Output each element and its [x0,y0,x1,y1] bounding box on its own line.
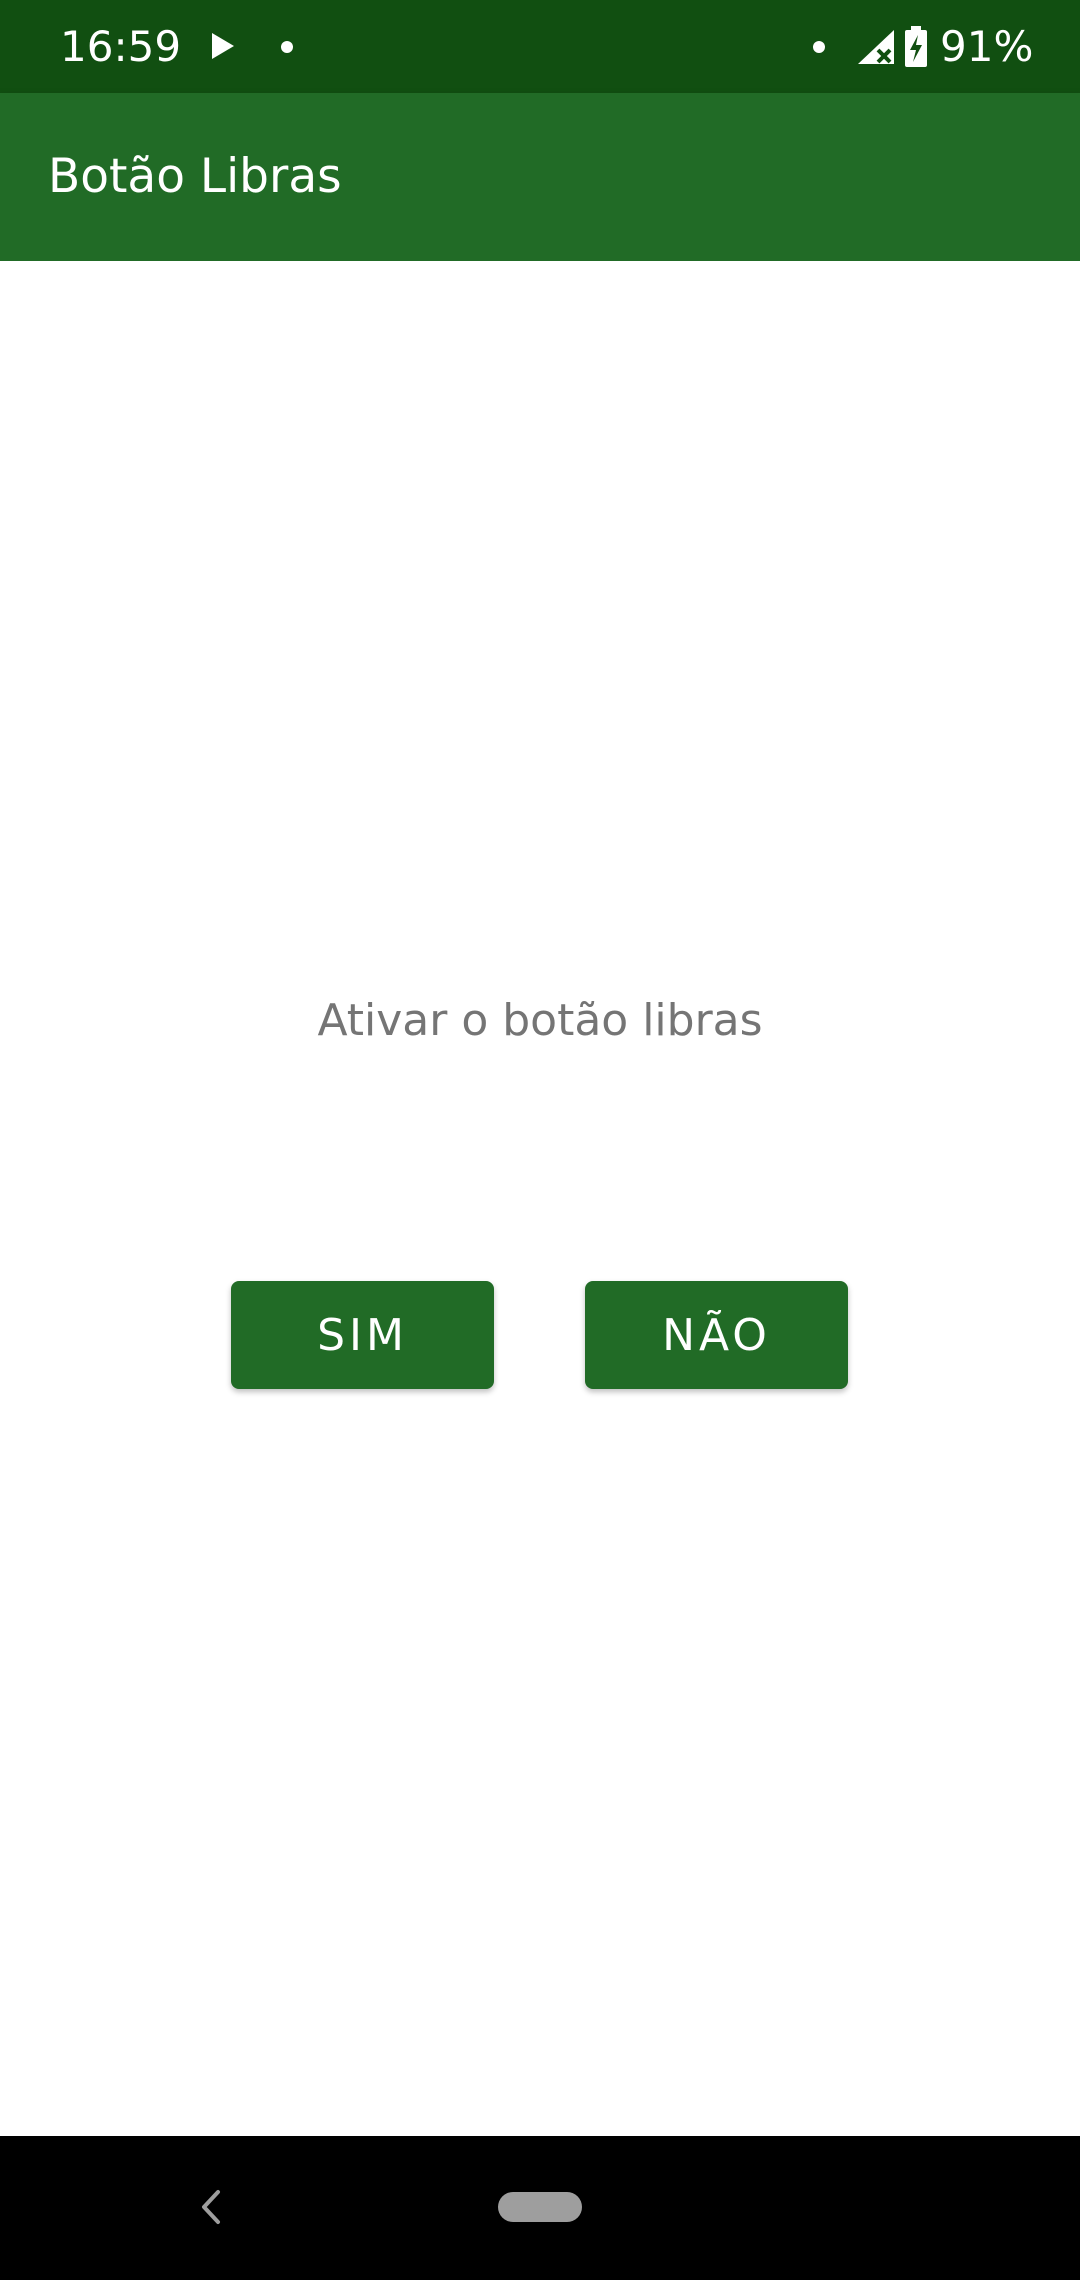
play-icon [212,33,234,59]
status-time: 16:59 [60,22,182,71]
yes-button[interactable]: SIM [231,1281,494,1389]
status-bar: 16:59 91% [0,0,1080,93]
main-content: Ativar o botão libras SIM NÃO [0,261,1080,2136]
signal-icon [858,30,894,64]
status-dot-icon [813,41,825,53]
prompt-text: Ativar o botão libras [317,995,763,1046]
navigation-bar [0,2136,1080,2280]
home-pill-icon[interactable] [498,2192,582,2222]
back-icon[interactable] [190,2182,230,2232]
page-title: Botão Libras [48,149,342,204]
notification-dot-icon [281,41,293,53]
battery-charging-icon [905,26,927,67]
no-button[interactable]: NÃO [585,1281,848,1389]
battery-percent: 91% [940,22,1034,71]
app-bar: Botão Libras [0,93,1080,261]
